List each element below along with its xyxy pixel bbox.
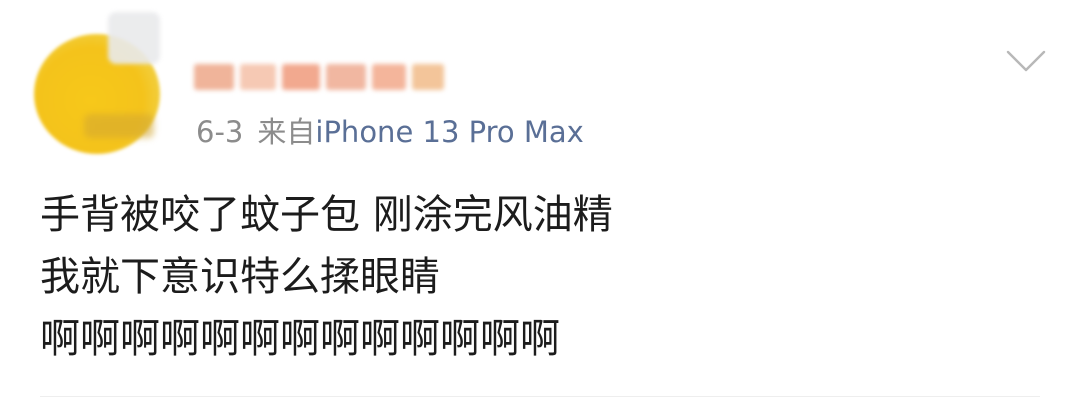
source-prefix: 来自 (257, 115, 316, 149)
divider (40, 396, 1040, 397)
post-date: 6-3 (196, 115, 244, 149)
avatar-graphic (84, 114, 154, 138)
post-meta: 6-3 来自iPhone 13 Pro Max (196, 112, 584, 152)
weibo-post-card: 6-3 来自iPhone 13 Pro Max 手背被咬了蚊子包 刚涂完风油精 我… (0, 0, 1080, 402)
source-device-link[interactable]: iPhone 13 Pro Max (315, 115, 583, 149)
chevron-down-icon[interactable] (1004, 46, 1048, 76)
avatar-badge (108, 12, 160, 64)
post-line: 手背被咬了蚊子包 刚涂完风油精 (40, 192, 613, 238)
username-blurred[interactable] (194, 60, 456, 94)
post-line: 啊啊啊啊啊啊啊啊啊啊啊啊啊 (40, 316, 560, 362)
post-body: 手背被咬了蚊子包 刚涂完风油精 我就下意识特么揉眼睛 啊啊啊啊啊啊啊啊啊啊啊啊啊 (40, 184, 613, 370)
post-line: 我就下意识特么揉眼睛 (40, 254, 440, 300)
